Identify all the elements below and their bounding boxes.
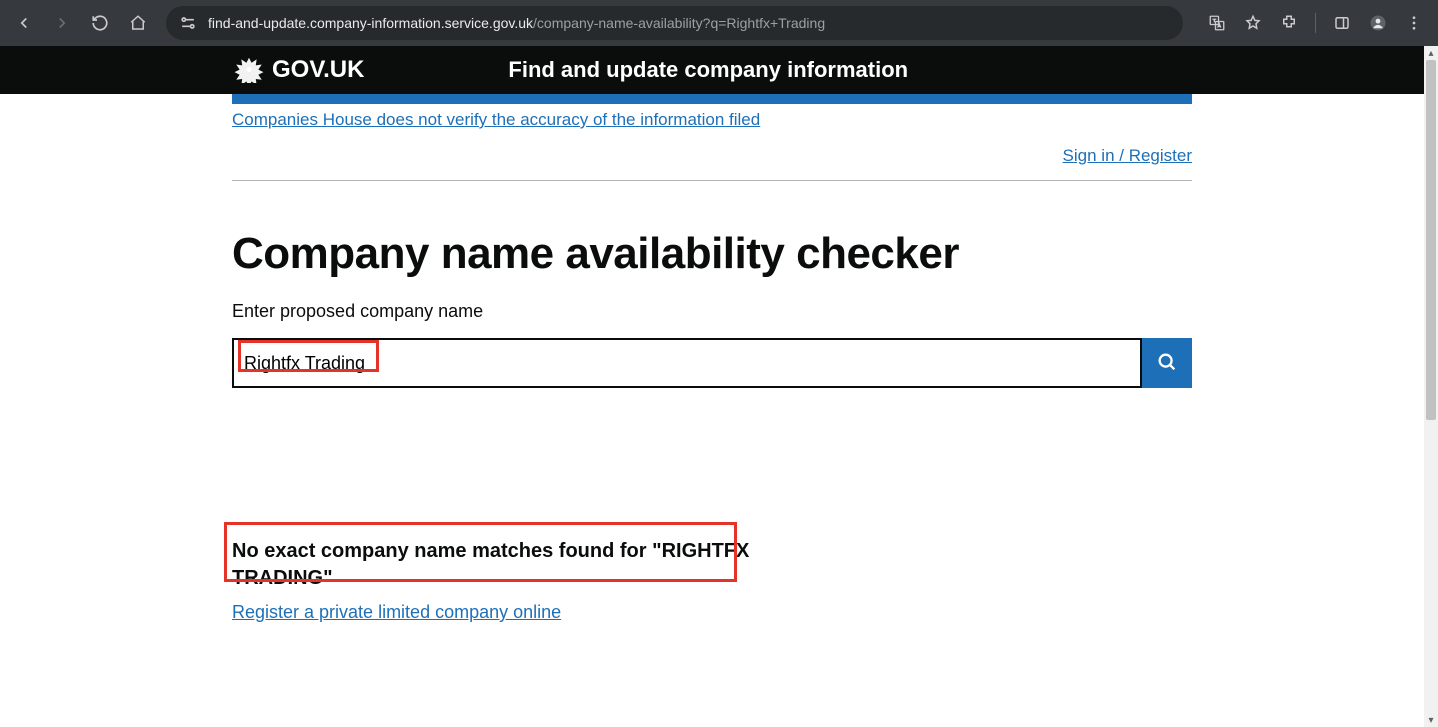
back-button[interactable] — [8, 7, 40, 39]
header-blue-bar — [232, 94, 1192, 104]
search-icon — [1156, 351, 1178, 376]
extensions-icon[interactable] — [1273, 7, 1305, 39]
url-path: /company-name-availability?q=Rightfx+Tra… — [533, 15, 825, 31]
forward-button[interactable] — [46, 7, 78, 39]
more-menu-icon[interactable] — [1398, 7, 1430, 39]
home-button[interactable] — [122, 7, 154, 39]
register-company-link[interactable]: Register a private limited company onlin… — [232, 602, 561, 623]
page-viewport: GOV.UK Find and update company informati… — [0, 46, 1438, 727]
profile-avatar-icon[interactable] — [1362, 7, 1394, 39]
signin-register-link[interactable]: Sign in / Register — [1063, 146, 1192, 165]
govuk-header: GOV.UK Find and update company informati… — [0, 46, 1424, 94]
url-host: find-and-update.company-information.serv… — [208, 15, 533, 31]
page-title: Company name availability checker — [232, 229, 1192, 279]
reload-button[interactable] — [84, 7, 116, 39]
bookmark-star-icon[interactable] — [1237, 7, 1269, 39]
toolbar-divider — [1315, 13, 1316, 33]
browser-toolbar: find-and-update.company-information.serv… — [0, 0, 1438, 46]
govuk-text: GOV.UK — [272, 56, 364, 84]
translate-icon[interactable] — [1201, 7, 1233, 39]
search-row — [232, 338, 1192, 388]
crown-icon — [232, 56, 266, 84]
scroll-down-icon[interactable]: ▾ — [1424, 713, 1438, 727]
search-button[interactable] — [1142, 338, 1192, 388]
site-info-icon[interactable] — [178, 13, 198, 33]
scroll-up-icon[interactable]: ▴ — [1424, 46, 1438, 60]
header-separator — [232, 180, 1192, 181]
scrollbar-thumb[interactable] — [1426, 60, 1436, 420]
address-bar[interactable]: find-and-update.company-information.serv… — [166, 6, 1183, 40]
side-panel-icon[interactable] — [1326, 7, 1358, 39]
search-field-label: Enter proposed company name — [232, 301, 1192, 322]
company-name-input[interactable] — [232, 338, 1142, 388]
accuracy-notice-link[interactable]: Companies House does not verify the accu… — [232, 110, 760, 130]
service-name: Find and update company information — [364, 57, 1052, 83]
govuk-logo-link[interactable]: GOV.UK — [232, 56, 364, 84]
vertical-scrollbar[interactable]: ▴ ▾ — [1424, 46, 1438, 727]
result-heading: No exact company name matches found for … — [232, 538, 752, 592]
